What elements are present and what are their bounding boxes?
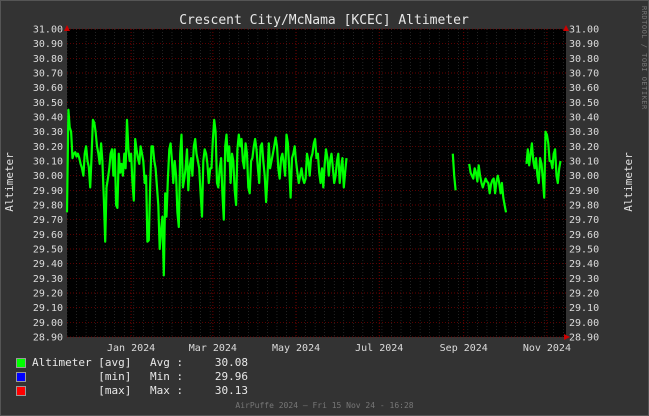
- x-tick-label: Jan 2024: [107, 343, 155, 354]
- y-tick-label-left: 30.20: [33, 142, 63, 153]
- y-tick-label-left: 29.70: [33, 215, 63, 226]
- y-tick-label-left: 29.10: [33, 303, 63, 314]
- y-tick-label-right: 30.10: [569, 157, 599, 168]
- y-tick-label-right: 31.00: [569, 25, 599, 36]
- y-tick-label-right: 30.40: [569, 113, 599, 124]
- legend-value: 30.13: [214, 384, 248, 397]
- legend-label: Altimeter [avg]: [32, 356, 132, 369]
- legend-row-max: [max] Max : 30.13: [16, 384, 248, 398]
- y-tick-label-right: 30.80: [569, 54, 599, 65]
- y-tick-label-left: 30.30: [33, 127, 63, 138]
- y-tick-label-right: 29.10: [569, 303, 599, 314]
- y-tick-label-left: 28.90: [33, 333, 63, 344]
- y-tick-label-left: 30.90: [33, 39, 63, 50]
- x-tick-label: Mar 2024: [189, 343, 237, 354]
- legend-row-min: [min] Min : 29.96: [16, 370, 248, 384]
- y-tick-label-left: 29.80: [33, 201, 63, 212]
- y-tick-label-left: 29.20: [33, 289, 63, 300]
- chart-title: Crescent City/McNama [KCEC] Altimeter: [179, 13, 469, 28]
- y-tick-label-left: 31.00: [33, 25, 63, 36]
- y-tick-label-right: 29.50: [569, 245, 599, 256]
- y-tick-label-left: 29.50: [33, 245, 63, 256]
- y-tick-label-right: 29.00: [569, 318, 599, 329]
- y-tick-label-right: 28.90: [569, 333, 599, 344]
- y-tick-label-left: 30.00: [33, 171, 63, 182]
- y-tick-label-right: 29.90: [569, 186, 599, 197]
- y-tick-label-right: 29.60: [569, 230, 599, 241]
- y-tick-label-right: 30.60: [569, 83, 599, 94]
- y-tick-label-left: 30.80: [33, 54, 63, 65]
- y-tick-label-left: 30.50: [33, 98, 63, 109]
- y-axis-label-right: Altimeter: [622, 152, 635, 212]
- legend-swatch-max: [16, 386, 26, 396]
- y-tick-label-left: 30.70: [33, 69, 63, 80]
- legend-stat: Avg :: [150, 356, 184, 369]
- y-tick-label-left: 29.30: [33, 274, 63, 285]
- y-tick-label-right: 29.20: [569, 289, 599, 300]
- legend-swatch-avg: [16, 358, 26, 368]
- y-tick-label-right: 30.90: [569, 39, 599, 50]
- y-tick-label-right: 29.40: [569, 259, 599, 270]
- y-tick-label-left: 30.60: [33, 83, 63, 94]
- y-tick-label-left: 30.40: [33, 113, 63, 124]
- y-tick-label-left: 29.60: [33, 230, 63, 241]
- y-tick-label-right: 29.80: [569, 201, 599, 212]
- y-tick-label-left: 30.10: [33, 157, 63, 168]
- legend-label: [min]: [32, 370, 132, 383]
- y-tick-label-right: 29.30: [569, 274, 599, 285]
- y-axis-label-left: Altimeter: [3, 152, 16, 212]
- y-tick-label-right: 30.30: [569, 127, 599, 138]
- x-tick-label: Nov 2024: [523, 343, 571, 354]
- y-axis-arrow-left: [64, 25, 70, 31]
- legend-value: 29.96: [214, 370, 248, 383]
- x-tick-label: Sep 2024: [440, 343, 488, 354]
- legend-swatch-min: [16, 372, 26, 382]
- x-tick-label: Jul 2024: [355, 343, 403, 354]
- legend-row-avg: Altimeter [avg] Avg : 30.08: [16, 356, 248, 370]
- legend: Altimeter [avg] Avg : 30.08 [min] Min : …: [16, 356, 248, 398]
- footer-timestamp: AirPuffe 2024 — Fri 15 Nov 24 - 16:28: [235, 401, 414, 410]
- y-tick-label-left: 29.00: [33, 318, 63, 329]
- altimeter-chart: 31.00 31.00 30.90 30.90 30.80 30.80 30.70 30.70…: [3, 13, 635, 354]
- y-tick-label-right: 30.00: [569, 171, 599, 182]
- legend-value: 30.08: [214, 356, 248, 369]
- y-tick-label-left: 29.40: [33, 259, 63, 270]
- y-tick-label-right: 30.50: [569, 98, 599, 109]
- legend-label: [max]: [32, 384, 132, 397]
- legend-stat: Max :: [150, 384, 184, 397]
- y-tick-label-right: 30.20: [569, 142, 599, 153]
- y-tick-label-right: 30.70: [569, 69, 599, 80]
- legend-stat: Min :: [150, 370, 184, 383]
- rrdtool-watermark: RRDTOOL / TOBI OETIKER: [640, 6, 648, 110]
- x-tick-label: May 2024: [272, 343, 320, 354]
- y-tick-label-right: 29.70: [569, 215, 599, 226]
- y-tick-label-left: 29.90: [33, 186, 63, 197]
